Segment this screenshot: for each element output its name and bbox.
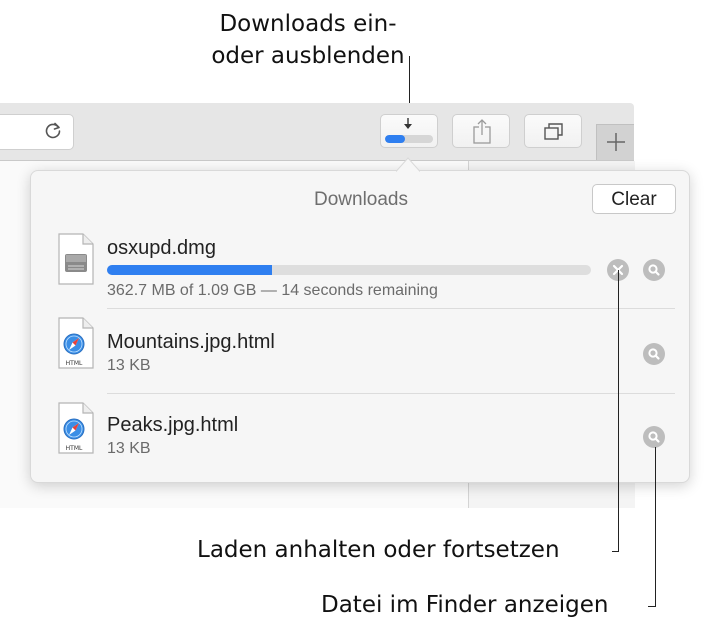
new-tab-button[interactable] <box>596 124 634 160</box>
download-status: 362.7 MB of 1.09 GB — 14 seconds remaini… <box>107 282 438 299</box>
popover-pointer <box>396 157 420 172</box>
html-icon-label: HTML <box>66 445 83 452</box>
callout-toggle-downloads-line1: Downloads ein- <box>219 11 397 37</box>
downloads-button-progress-fill <box>385 135 406 143</box>
downloads-button-progress <box>385 135 433 143</box>
tab-overview-icon <box>544 123 563 140</box>
download-row[interactable]: HTML Mountains.jpg.html 13 KB <box>31 311 691 395</box>
magnifier-icon <box>648 348 660 360</box>
file-name: osxupd.dmg <box>107 237 216 259</box>
disk-image-icon <box>58 233 94 285</box>
callout-line-pause-foot <box>612 551 619 552</box>
reveal-in-finder-button[interactable] <box>643 259 665 281</box>
file-size: 13 KB <box>107 440 151 457</box>
magnifier-icon <box>648 431 660 443</box>
callout-pause-resume: Laden anhalten oder fortsetzen <box>197 537 560 563</box>
downloads-popover: Downloads Clear osxupd.dmg 362.7 MB of 1… <box>30 170 690 483</box>
html-document-icon: HTML <box>58 402 94 454</box>
callout-line-downloads-tick <box>409 56 410 57</box>
download-row[interactable]: HTML Peaks.jpg.html 13 KB <box>31 396 691 480</box>
callout-toggle-downloads: Downloads ein- oder ausblenden <box>188 8 428 72</box>
callout-line-pause <box>618 270 619 552</box>
download-arrow-icon <box>404 118 412 129</box>
html-icon-label: HTML <box>66 360 83 367</box>
tab-overview-button[interactable] <box>524 114 582 148</box>
callout-line-finder-foot <box>648 606 656 607</box>
file-name: Peaks.jpg.html <box>107 414 239 436</box>
clear-button[interactable]: Clear <box>592 184 676 214</box>
download-progress-bar <box>107 265 591 275</box>
share-button[interactable] <box>452 114 510 148</box>
magnifier-icon <box>648 264 660 276</box>
callout-toggle-downloads-line2: oder ausblenden <box>211 43 405 69</box>
reveal-in-finder-button[interactable] <box>643 426 665 448</box>
row-divider <box>107 308 675 309</box>
callout-line-finder <box>655 447 656 607</box>
reload-icon[interactable] <box>42 119 64 141</box>
reveal-in-finder-button[interactable] <box>643 343 665 365</box>
html-document-icon: HTML <box>58 317 94 369</box>
file-name: Mountains.jpg.html <box>107 331 275 353</box>
plus-icon <box>607 133 625 151</box>
file-size: 13 KB <box>107 357 151 374</box>
row-divider <box>107 393 675 394</box>
download-progress-fill <box>107 265 272 275</box>
share-icon <box>473 119 491 144</box>
callout-show-in-finder: Datei im Finder anzeigen <box>321 592 609 618</box>
